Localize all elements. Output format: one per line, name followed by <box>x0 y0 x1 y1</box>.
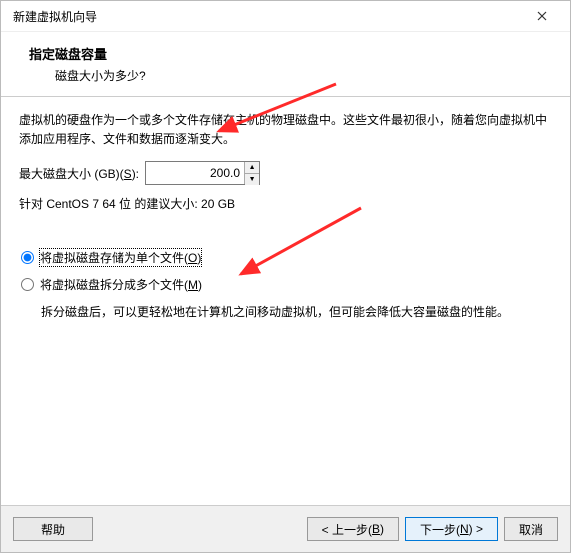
cancel-button[interactable]: 取消 <box>504 517 558 541</box>
spin-buttons[interactable]: ▲ ▼ <box>244 162 259 184</box>
wizard-button-bar: 帮助 < 上一步(B) 下一步(N) > 取消 <box>1 505 570 552</box>
close-icon <box>537 11 547 21</box>
description-text: 虚拟机的硬盘作为一个或多个文件存储在主机的物理磁盘中。这些文件最初很小，随着您向… <box>19 111 552 149</box>
radio-single-file[interactable] <box>21 251 34 264</box>
disk-storage-options: 将虚拟磁盘存储为单个文件(O) 将虚拟磁盘拆分成多个文件(M) 拆分磁盘后，可以… <box>19 248 552 322</box>
next-button[interactable]: 下一步(N) > <box>405 517 498 541</box>
help-button[interactable]: 帮助 <box>13 517 93 541</box>
option-split-files-label: 将虚拟磁盘拆分成多个文件(M) <box>40 276 202 293</box>
disk-size-row: 最大磁盘大小 (GB)(S): ▲ ▼ <box>19 161 552 185</box>
disk-size-label: 最大磁盘大小 (GB)(S): <box>19 165 139 182</box>
page-title: 指定磁盘容量 <box>29 44 550 63</box>
option-single-file[interactable]: 将虚拟磁盘存储为单个文件(O) <box>19 248 552 267</box>
radio-split-files[interactable] <box>21 278 34 291</box>
wizard-content: 虚拟机的硬盘作为一个或多个文件存储在主机的物理磁盘中。这些文件最初很小，随着您向… <box>1 97 570 333</box>
titlebar: 新建虚拟机向导 <box>1 1 570 32</box>
page-subtitle: 磁盘大小为多少? <box>55 67 550 84</box>
disk-size-input[interactable] <box>146 162 244 184</box>
split-hint-text: 拆分磁盘后，可以更轻松地在计算机之间移动虚拟机，但可能会降低大容量磁盘的性能。 <box>41 302 552 322</box>
spin-up-icon[interactable]: ▲ <box>245 162 259 174</box>
window-title: 新建虚拟机向导 <box>13 8 97 25</box>
option-single-file-label: 将虚拟磁盘存储为单个文件(O) <box>40 249 201 266</box>
recommended-size-text: 针对 CentOS 7 64 位 的建议大小: 20 GB <box>19 195 552 212</box>
disk-size-stepper[interactable]: ▲ ▼ <box>145 161 260 185</box>
spin-down-icon[interactable]: ▼ <box>245 174 259 185</box>
back-button[interactable]: < 上一步(B) <box>307 517 399 541</box>
close-button[interactable] <box>522 2 562 30</box>
wizard-header: 指定磁盘容量 磁盘大小为多少? <box>1 32 570 97</box>
option-split-files[interactable]: 将虚拟磁盘拆分成多个文件(M) <box>19 275 552 294</box>
